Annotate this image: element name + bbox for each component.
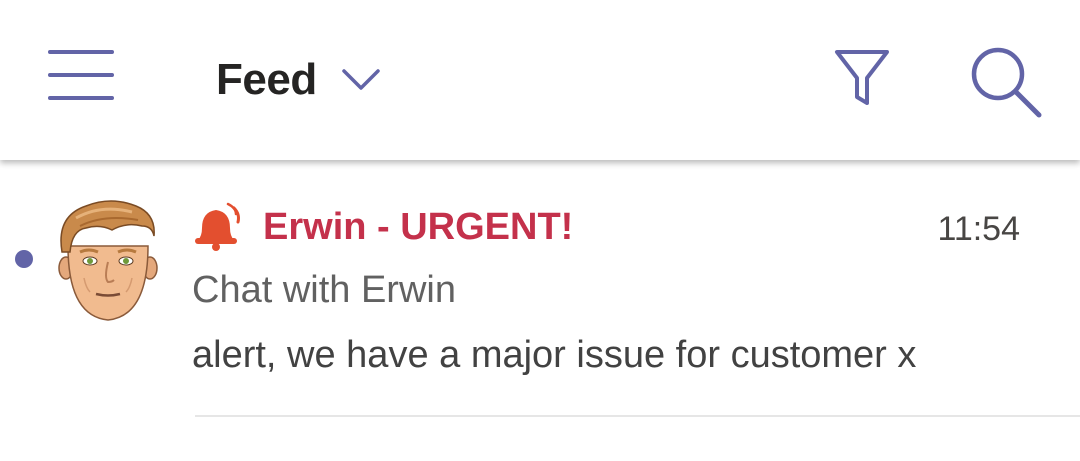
chat-title: Chat with Erwin	[192, 269, 456, 311]
urgent-bell-icon	[195, 202, 240, 251]
unread-indicator	[15, 250, 33, 268]
divider	[195, 415, 1080, 417]
chevron-down-icon	[341, 69, 380, 90]
hamburger-menu-icon[interactable]	[48, 50, 116, 102]
feed-item[interactable]: Erwin - URGENT! 11:54 Chat with Erwin al…	[0, 162, 1080, 417]
avatar	[58, 200, 158, 321]
message-preview: alert, we have a major issue for custome…	[192, 334, 917, 376]
sender-name: Erwin - URGENT!	[263, 206, 574, 248]
page-title: Feed	[216, 55, 317, 104]
feed-title-dropdown[interactable]: Feed	[216, 50, 381, 110]
timestamp: 11:54	[937, 210, 1020, 248]
app-header: Feed	[0, 0, 1080, 160]
search-icon[interactable]	[968, 44, 1044, 120]
filter-icon[interactable]	[832, 48, 892, 108]
